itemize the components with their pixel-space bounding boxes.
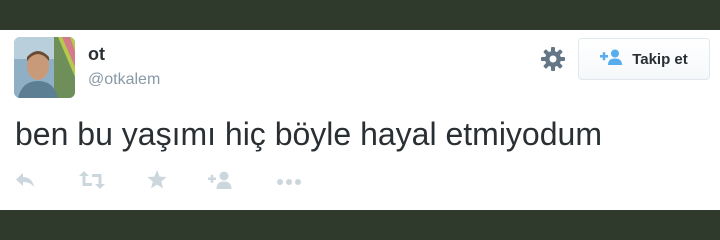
follow-button-label: Takip et xyxy=(632,50,688,68)
tweet-card: ot @otkalem Takip et ben bu yaşımı hiç b… xyxy=(0,30,720,210)
follow-action-button[interactable] xyxy=(208,170,234,194)
star-icon xyxy=(146,169,168,195)
user-handle[interactable]: @otkalem xyxy=(88,71,160,89)
tweet-text: ben bu yaşımı hiç böyle hayal etmiyodum xyxy=(15,116,602,152)
add-user-icon xyxy=(208,171,234,194)
follow-button[interactable]: Takip et xyxy=(578,38,710,80)
more-icon xyxy=(276,173,302,191)
avatar[interactable] xyxy=(14,37,75,98)
add-user-icon xyxy=(600,49,624,70)
gear-icon[interactable] xyxy=(540,46,566,72)
reply-icon xyxy=(14,171,36,194)
favorite-button[interactable] xyxy=(146,169,168,195)
more-button[interactable] xyxy=(276,170,302,194)
retweet-button[interactable] xyxy=(78,170,106,194)
reply-button[interactable] xyxy=(14,170,36,194)
retweet-icon xyxy=(78,170,106,194)
display-name[interactable]: ot xyxy=(88,44,105,65)
